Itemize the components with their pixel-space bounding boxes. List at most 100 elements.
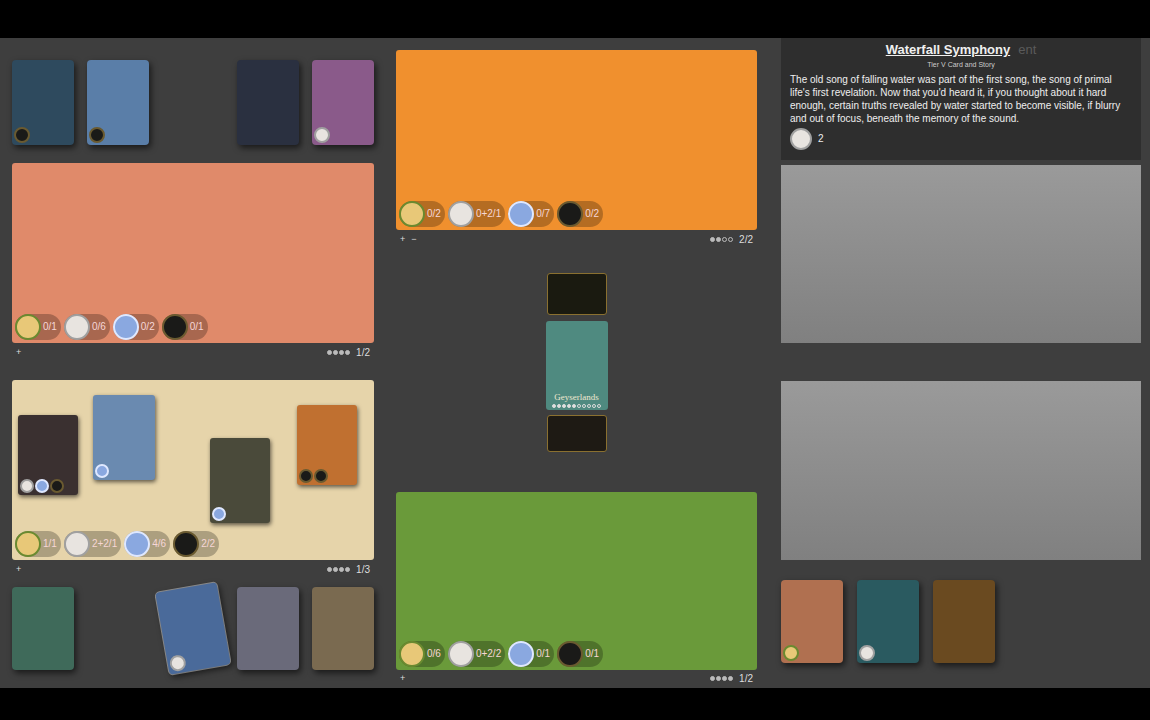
control-button[interactable]: + — [400, 235, 405, 244]
control-button[interactable]: + — [400, 674, 405, 683]
tree-icon — [15, 314, 41, 340]
pip-icon — [716, 676, 721, 681]
card[interactable] — [237, 587, 299, 670]
crystal-icon — [95, 464, 109, 478]
key-icon — [557, 641, 583, 667]
control-button[interactable]: − — [411, 235, 416, 244]
pip-icon — [333, 567, 338, 572]
location-art[interactable]: 1/12+2/14/62/2 — [12, 380, 374, 560]
pip-icon — [327, 567, 332, 572]
token: 0/2 — [399, 201, 445, 227]
location: 0/60+2/20/10/1 +1/2 — [396, 492, 757, 686]
game-window: 0/1 0/6 0/2 0/1 +1/2 1/12+2/14/62/2 +1/3 0/20+2… — [0, 0, 1150, 720]
pip-icon — [333, 350, 338, 355]
token: 0/6 — [399, 641, 445, 667]
location-footer: +1/3 — [12, 560, 374, 579]
token: 0/6 — [64, 314, 110, 340]
token: 1/1 — [15, 531, 61, 557]
attached-card[interactable] — [18, 415, 78, 495]
bird-icon — [20, 479, 34, 493]
card[interactable] — [87, 60, 149, 145]
progress-dot — [562, 404, 566, 408]
pip-icon — [339, 567, 344, 572]
pip-icon — [345, 350, 350, 355]
card[interactable] — [237, 60, 299, 145]
token: 0/2 — [557, 201, 603, 227]
crystal-icon — [113, 314, 139, 340]
bird-icon — [790, 128, 812, 150]
crystal-icon — [508, 201, 534, 227]
control-button[interactable]: + — [16, 565, 21, 574]
key-icon — [89, 127, 105, 143]
progress-dot — [597, 404, 601, 408]
location-footer: +1/2 — [12, 343, 374, 362]
pip-icon — [710, 237, 715, 242]
board: 0/1 0/6 0/2 0/1 +1/2 1/12+2/14/62/2 +1/3 0/20+2… — [0, 38, 1150, 688]
location-footer: +1/2 — [396, 670, 757, 686]
progress-dot — [567, 404, 571, 408]
card[interactable] — [312, 587, 374, 670]
card[interactable] — [933, 580, 995, 663]
card-cost: 2 — [790, 128, 1132, 150]
tree-icon — [783, 645, 799, 661]
attached-card[interactable] — [297, 405, 357, 485]
middle-column: 0/20+2/10/70/2+−2/2Geyserlands0/60+2/20/… — [396, 38, 757, 688]
bird-icon — [64, 314, 90, 340]
card[interactable] — [155, 582, 230, 675]
pip-icon — [728, 676, 733, 681]
deck[interactable] — [547, 415, 607, 452]
key-icon — [50, 479, 64, 493]
location-art[interactable]: 0/60+2/20/10/1 — [396, 492, 757, 670]
key-icon — [14, 127, 30, 143]
empty-panel — [781, 165, 1141, 343]
token: 0/1 — [162, 314, 208, 340]
bird-icon — [859, 645, 875, 661]
pip-icon — [710, 676, 715, 681]
attached-card[interactable] — [93, 395, 155, 480]
tree-icon — [15, 531, 41, 557]
region-card[interactable]: Geyserlands — [546, 321, 608, 410]
card[interactable] — [12, 60, 74, 145]
progress-dot — [552, 404, 556, 408]
tree-icon — [399, 641, 425, 667]
bottom-bar — [0, 688, 1150, 720]
card-subtitle: Tier V Card and Story — [790, 60, 1132, 70]
card[interactable] — [12, 587, 74, 670]
token: 0/1 — [557, 641, 603, 667]
ghost-text: ent — [1018, 40, 1036, 60]
card[interactable] — [312, 60, 374, 145]
token-row: 1/12+2/14/62/2 — [15, 531, 219, 557]
key-icon — [162, 314, 188, 340]
empty-slot — [87, 587, 149, 670]
progress-dot — [592, 404, 596, 408]
card[interactable] — [781, 580, 843, 663]
location-art[interactable]: 0/20+2/10/70/2 — [396, 50, 757, 230]
event-card[interactable] — [547, 273, 607, 315]
bird-icon — [448, 201, 474, 227]
location-art[interactable]: 0/10/60/20/1 — [12, 163, 374, 343]
bird-icon — [169, 654, 188, 673]
token-row: 0/20+2/10/70/2 — [399, 201, 603, 227]
key-icon — [299, 469, 313, 483]
empty-slot — [162, 60, 224, 145]
pip-icon — [327, 350, 332, 355]
pip-icon — [345, 567, 350, 572]
token: 4/6 — [124, 531, 170, 557]
token-row: 0/60+2/20/10/1 — [399, 641, 603, 667]
crystal-icon — [35, 479, 49, 493]
attached-card[interactable] — [210, 438, 270, 523]
crystal-icon — [124, 531, 150, 557]
key-icon — [557, 201, 583, 227]
token: 0/7 — [508, 201, 554, 227]
key-icon — [173, 531, 199, 557]
card[interactable] — [857, 580, 919, 663]
pip-icon — [722, 237, 727, 242]
pip-icon — [722, 676, 727, 681]
right-column: Waterfall SymphonyentTier V Card and Sto… — [781, 38, 1141, 688]
control-button[interactable]: + — [16, 348, 21, 357]
bird-icon — [448, 641, 474, 667]
progress-dot — [587, 404, 591, 408]
card-row — [781, 580, 1141, 663]
left-column: 0/10/60/20/1+1/21/12+2/14/62/2+1/3 — [12, 38, 374, 688]
tree-icon — [399, 201, 425, 227]
